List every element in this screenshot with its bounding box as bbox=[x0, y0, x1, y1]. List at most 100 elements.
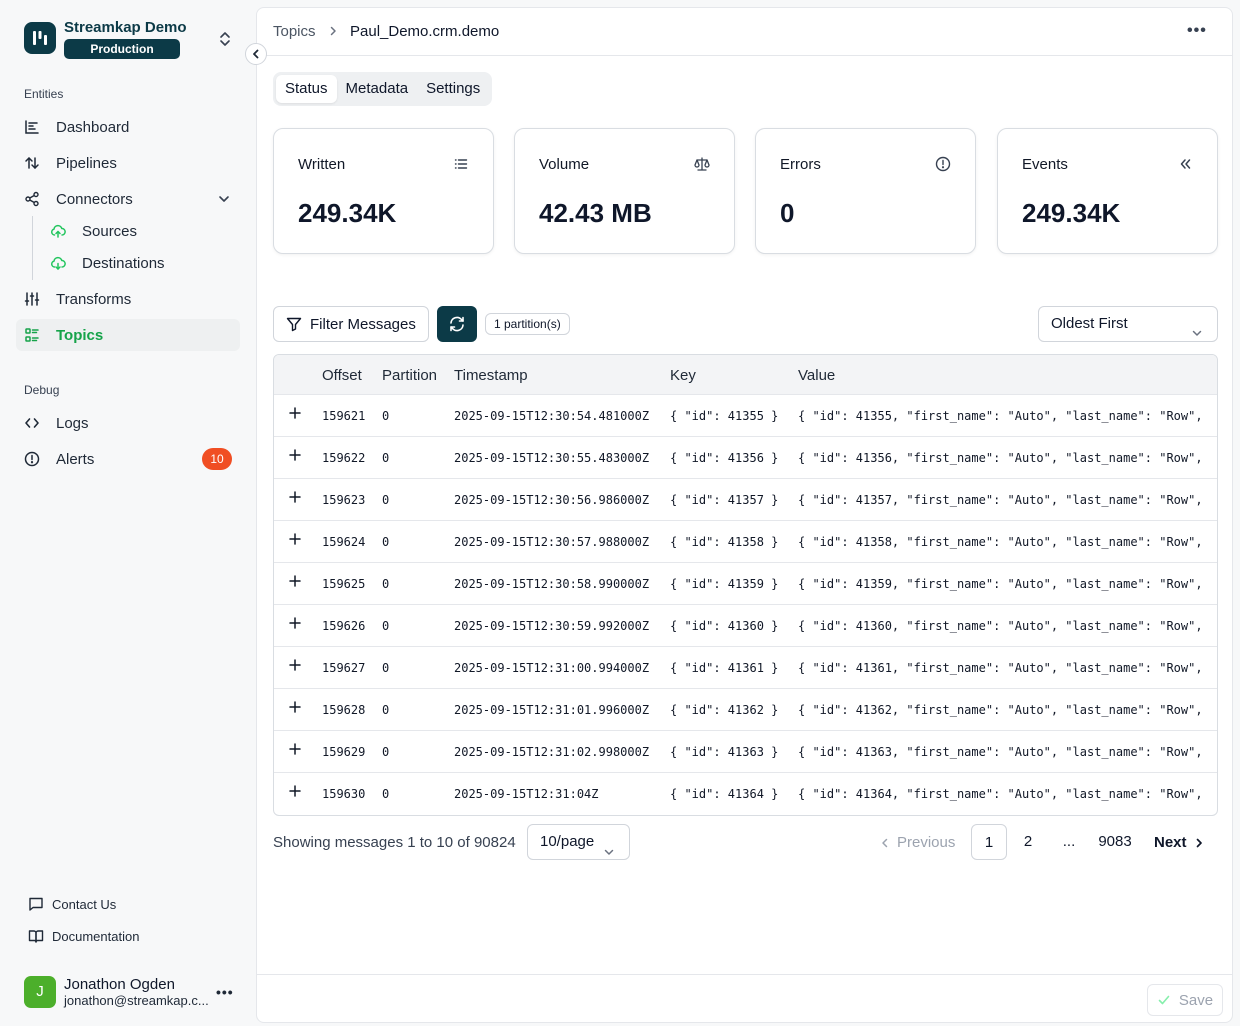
cell-partition: 0 bbox=[382, 409, 390, 423]
save-button[interactable]: Save bbox=[1147, 984, 1223, 1016]
filter-messages-button[interactable]: Filter Messages bbox=[273, 306, 429, 342]
expand-row-icon[interactable] bbox=[288, 490, 302, 504]
stat-value: 0 bbox=[780, 198, 795, 228]
cell-partition: 0 bbox=[382, 577, 390, 591]
next-page-button[interactable]: Next bbox=[1154, 834, 1205, 851]
sidebar-item-transforms[interactable]: Transforms bbox=[16, 283, 240, 315]
refresh-button[interactable] bbox=[437, 306, 477, 342]
breadcrumb-current-topic: Paul_Demo.crm.demo bbox=[350, 23, 500, 40]
chevron-right-icon bbox=[1196, 838, 1202, 847]
stat-card-errors: Errors 0 bbox=[755, 128, 976, 254]
collapse-sidebar-button[interactable] bbox=[245, 43, 267, 65]
tab-metadata[interactable]: Metadata bbox=[337, 75, 418, 103]
arrows-up-down-icon bbox=[24, 155, 40, 171]
sidebar-item-connectors[interactable]: Connectors bbox=[16, 183, 240, 215]
user-email: jonathon@streamkap.c... bbox=[64, 993, 209, 1008]
table-row[interactable]: 159625 0 2025-09-15T12:30:58.990000Z { "id"… bbox=[274, 563, 1217, 605]
expand-row-icon[interactable] bbox=[288, 616, 302, 630]
page-button-1[interactable]: 1 bbox=[971, 824, 1007, 860]
next-label: Next bbox=[1154, 834, 1187, 851]
column-header-value: Value bbox=[798, 367, 836, 384]
cell-offset: 159624 bbox=[322, 535, 366, 549]
breadcrumb-topics[interactable]: Topics bbox=[273, 23, 316, 40]
stat-label: Volume bbox=[539, 156, 590, 173]
table-row[interactable]: 159630 0 2025-09-15T12:31:04Z { "id": 41364… bbox=[274, 773, 1217, 815]
contact-us-link[interactable]: Contact Us bbox=[28, 896, 116, 912]
cell-value: { "id": 41362, "first_name": "Auto", "la… bbox=[798, 703, 1203, 717]
cell-key: { "id": 41364 } bbox=[670, 787, 779, 801]
sidebar-item-dashboard[interactable]: Dashboard bbox=[16, 111, 240, 143]
chevron-down-icon bbox=[603, 837, 615, 855]
table-row[interactable]: 159628 0 2025-09-15T12:31:01.996000Z { "id"… bbox=[274, 689, 1217, 731]
chevrons-left-icon bbox=[1177, 156, 1193, 172]
cell-key: { "id": 41356 } bbox=[670, 451, 779, 465]
sidebar-item-label: Pipelines bbox=[56, 154, 117, 172]
expand-row-icon[interactable] bbox=[288, 742, 302, 756]
tab-status[interactable]: Status bbox=[276, 75, 337, 103]
cell-timestamp: 2025-09-15T12:30:55.483000Z bbox=[454, 451, 650, 465]
expand-row-icon[interactable] bbox=[288, 574, 302, 588]
pagination-summary: Showing messages 1 to 10 of 90824 bbox=[273, 834, 516, 851]
cell-timestamp: 2025-09-15T12:31:01.996000Z bbox=[454, 703, 650, 717]
chevron-left-icon bbox=[253, 49, 259, 59]
cell-key: { "id": 41358 } bbox=[670, 535, 779, 549]
expand-row-icon[interactable] bbox=[288, 448, 302, 462]
cell-value: { "id": 41359, "first_name": "Auto", "la… bbox=[798, 577, 1203, 591]
expand-row-icon[interactable] bbox=[288, 784, 302, 798]
tab-list: Status Metadata Settings bbox=[273, 72, 493, 106]
partitions-badge: 1 partition(s) bbox=[485, 313, 570, 335]
cell-value: { "id": 41355, "first_name": "Auto", "la… bbox=[798, 409, 1203, 423]
environment-badge: Production bbox=[64, 39, 180, 59]
documentation-label: Documentation bbox=[52, 928, 140, 944]
sidebar-item-sources[interactable]: Sources bbox=[40, 215, 240, 247]
sidebar-item-logs[interactable]: Logs bbox=[16, 407, 240, 439]
page-size-select[interactable]: 10/page bbox=[527, 824, 630, 860]
sidebar-item-pipelines[interactable]: Pipelines bbox=[16, 147, 240, 179]
documentation-link[interactable]: Documentation bbox=[28, 928, 139, 944]
stat-card-written: Written 249.34K bbox=[273, 128, 494, 254]
cell-offset: 159626 bbox=[322, 619, 366, 633]
sidebar-item-destinations[interactable]: Destinations bbox=[40, 247, 240, 279]
table-row[interactable]: 159629 0 2025-09-15T12:31:02.998000Z { "id"… bbox=[274, 731, 1217, 773]
sidebar-item-alerts[interactable]: Alerts 10 bbox=[16, 443, 240, 475]
cell-offset: 159628 bbox=[322, 703, 366, 717]
more-horizontal-icon[interactable]: ••• bbox=[216, 984, 233, 1000]
tab-settings[interactable]: Settings bbox=[417, 75, 489, 103]
cloud-download-icon bbox=[50, 255, 66, 271]
previous-page-button[interactable]: Previous bbox=[879, 834, 955, 851]
expand-row-icon[interactable] bbox=[288, 658, 302, 672]
cell-partition: 0 bbox=[382, 787, 390, 801]
sidebar-item-label: Destinations bbox=[82, 254, 165, 272]
table-row[interactable]: 159622 0 2025-09-15T12:30:55.483000Z { "id"… bbox=[274, 437, 1217, 479]
page-button-2[interactable]: 2 bbox=[1017, 824, 1039, 860]
cell-offset: 159623 bbox=[322, 493, 366, 507]
page-button-last[interactable]: 9083 bbox=[1093, 824, 1137, 860]
table-row[interactable]: 159627 0 2025-09-15T12:31:00.994000Z { "id"… bbox=[274, 647, 1217, 689]
user-menu[interactable]: J Jonathon Ogden jonathon@streamkap.c...… bbox=[24, 975, 244, 1009]
table-row[interactable]: 159624 0 2025-09-15T12:30:57.988000Z { "id"… bbox=[274, 521, 1217, 563]
cell-value: { "id": 41357, "first_name": "Auto", "la… bbox=[798, 493, 1203, 507]
sort-order-select[interactable]: Oldest First bbox=[1038, 306, 1218, 342]
cloud-upload-icon bbox=[50, 223, 66, 239]
more-horizontal-icon[interactable]: ••• bbox=[1187, 22, 1211, 39]
workspace-switcher[interactable]: Streamkap Demo Production bbox=[24, 19, 244, 61]
stat-label: Events bbox=[1022, 156, 1068, 173]
list-grid-icon bbox=[24, 327, 40, 343]
column-header-partition: Partition bbox=[382, 367, 438, 384]
cell-timestamp: 2025-09-15T12:30:56.986000Z bbox=[454, 493, 650, 507]
expand-row-icon[interactable] bbox=[288, 532, 302, 546]
expand-row-icon[interactable] bbox=[288, 700, 302, 714]
cell-offset: 159625 bbox=[322, 577, 366, 591]
cell-key: { "id": 41355 } bbox=[670, 409, 779, 423]
cell-value: { "id": 41356, "first_name": "Auto", "la… bbox=[798, 451, 1203, 465]
sidebar-item-label: Topics bbox=[56, 326, 104, 344]
table-row[interactable]: 159621 0 2025-09-15T12:30:54.481000Z { "id"… bbox=[274, 395, 1217, 437]
table-row[interactable]: 159626 0 2025-09-15T12:30:59.992000Z { "id"… bbox=[274, 605, 1217, 647]
header-bar: Topics Paul_Demo.crm.demo ••• bbox=[257, 8, 1232, 56]
cell-timestamp: 2025-09-15T12:30:54.481000Z bbox=[454, 409, 650, 423]
table-row[interactable]: 159623 0 2025-09-15T12:30:56.986000Z { "id"… bbox=[274, 479, 1217, 521]
sidebar-item-topics[interactable]: Topics bbox=[16, 319, 240, 351]
table-header: Offset Partition Timestamp Key Value bbox=[274, 355, 1217, 395]
chevron-down-icon[interactable] bbox=[216, 191, 232, 207]
expand-row-icon[interactable] bbox=[288, 406, 302, 420]
